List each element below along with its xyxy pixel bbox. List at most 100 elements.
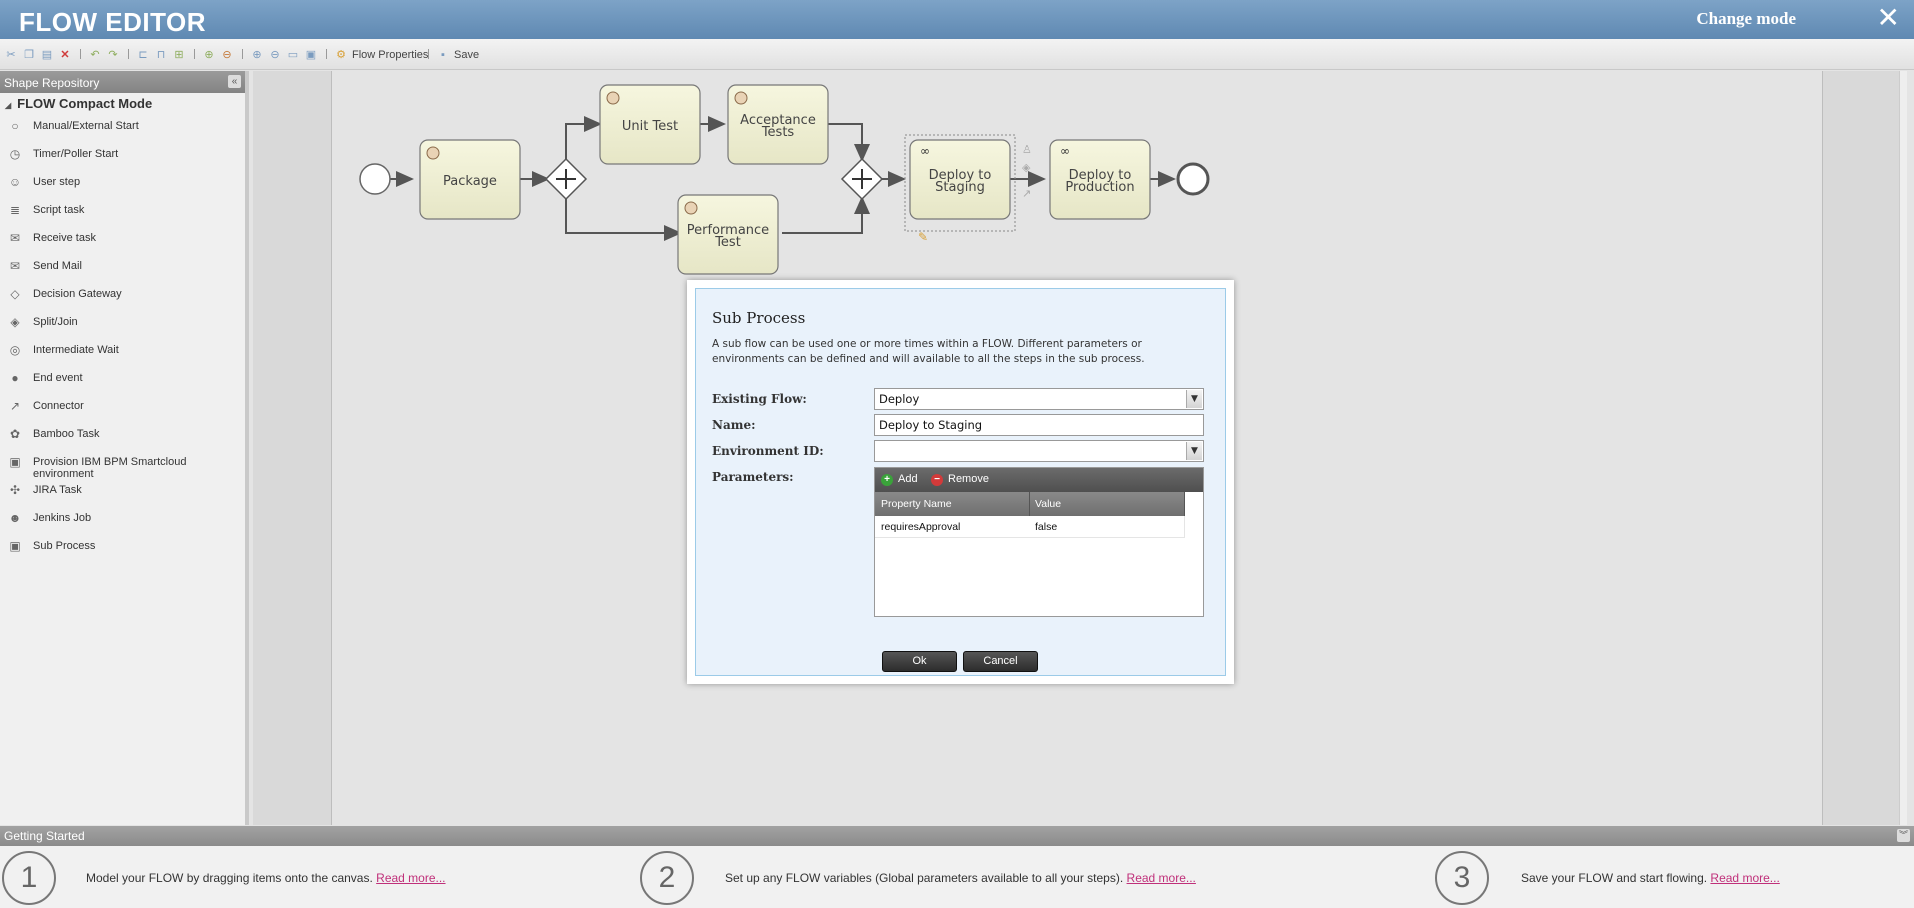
subprocess-deploy-production[interactable]: ∞ Deploy to Production	[1049, 139, 1151, 220]
shape-item-label: Intermediate Wait	[33, 344, 119, 356]
save-icon[interactable]: ▪	[436, 48, 450, 62]
connector[interactable]	[565, 116, 602, 160]
add-docker-icon[interactable]: ⊕	[202, 48, 216, 62]
diamond-x-icon: ◇	[10, 287, 20, 301]
change-mode-button[interactable]: Change mode	[1696, 9, 1796, 29]
delete-icon[interactable]: ✕	[58, 48, 72, 62]
zoom-standard-icon[interactable]: ▭	[286, 48, 300, 62]
jenkins-icon: ☻	[8, 511, 22, 525]
shape-item[interactable]: ✿ Bamboo Task	[0, 421, 245, 449]
shape-group-label: FLOW Compact Mode	[17, 96, 153, 111]
chevron-down-icon[interactable]: ▼	[1186, 390, 1202, 408]
parameters-label: Parameters:	[712, 470, 794, 484]
shape-item[interactable]: ✣ JIRA Task	[0, 477, 245, 505]
shape-item[interactable]: ☺ User step	[0, 169, 245, 197]
link-icon: ∞	[1060, 144, 1070, 158]
group-icon[interactable]: ⊞	[172, 48, 186, 62]
connector[interactable]	[828, 123, 870, 162]
save-button[interactable]: Save	[454, 49, 479, 61]
add-parameter-button[interactable]: + Add	[881, 473, 918, 486]
task-unit-test[interactable]: Unit Test	[599, 84, 701, 165]
task-label: Test	[714, 235, 741, 250]
getting-started-title: Getting Started	[4, 829, 85, 843]
cancel-button[interactable]: Cancel	[963, 651, 1038, 672]
task-acceptance-tests[interactable]: Acceptance Tests	[727, 84, 829, 165]
shape-item[interactable]: ✉ Send Mail	[0, 253, 245, 281]
split-gateway[interactable]	[544, 157, 588, 201]
plus-icon: +	[881, 474, 893, 486]
column-header-property-name[interactable]: Property Name	[881, 498, 952, 510]
align-center-icon[interactable]: ⊓	[154, 48, 168, 62]
shape-item[interactable]: ✉ Receive task	[0, 225, 245, 253]
undo-icon[interactable]: ↶	[88, 48, 102, 62]
zoom-out-icon[interactable]: ⊖	[268, 48, 282, 62]
gear-icon[interactable]: ⚙	[334, 48, 348, 62]
ok-button[interactable]: Ok	[882, 651, 957, 672]
end-event[interactable]	[1176, 162, 1210, 196]
shape-item-label: Split/Join	[33, 316, 78, 328]
toolbar-separator	[194, 49, 195, 59]
collapse-icon[interactable]: ︾	[1897, 829, 1910, 842]
read-more-link[interactable]: Read more...	[1127, 871, 1196, 885]
task-label: Tests	[761, 125, 795, 140]
start-event[interactable]	[359, 163, 391, 195]
paste-icon[interactable]: ▤	[40, 48, 54, 62]
app-title: FLOW EDITOR	[19, 7, 207, 37]
cut-icon[interactable]: ✂	[4, 48, 18, 62]
vertical-scrollbar[interactable]	[1899, 71, 1907, 825]
user-shape-icon: ♙	[1022, 143, 1032, 156]
shape-item-label: Script task	[33, 204, 85, 216]
step-text: Save your FLOW and start flowing. Read m…	[1521, 871, 1780, 885]
subprocess-deploy-staging[interactable]: ∞ Deploy to Staging ♙ ◈ ↗ ✎	[904, 134, 1032, 244]
environment-id-select[interactable]: ▼	[874, 440, 1204, 462]
connector[interactable]	[782, 196, 870, 234]
table-row[interactable]: requiresApproval false	[875, 516, 1185, 538]
shape-item[interactable]: ◷ Timer/Poller Start	[0, 141, 245, 169]
redo-icon[interactable]: ↷	[106, 48, 120, 62]
close-icon[interactable]: ✕	[1877, 4, 1900, 32]
task-performance-test[interactable]: Performance Test	[677, 194, 779, 275]
shape-item[interactable]: ▣ Provision IBM BPM Smartcloud environmen…	[0, 449, 245, 480]
chevron-down-icon[interactable]: ▼	[1186, 442, 1202, 460]
toolbar-separator	[242, 49, 243, 59]
getting-started-header: Getting Started ︾	[0, 826, 1914, 846]
zoom-in-icon[interactable]: ⊕	[250, 48, 264, 62]
read-more-link[interactable]: Read more...	[376, 871, 445, 885]
shape-item[interactable]: ◎ Intermediate Wait	[0, 337, 245, 365]
property-name-cell[interactable]: requiresApproval	[881, 521, 960, 533]
connector[interactable]	[565, 198, 682, 241]
shape-item[interactable]: ◇ Decision Gateway	[0, 281, 245, 309]
shape-item[interactable]: ◈ Split/Join	[0, 309, 245, 337]
shape-item[interactable]: ● End event	[0, 365, 245, 393]
copy-icon[interactable]: ❐	[22, 48, 36, 62]
sub-process-dialog: Sub Process A sub flow can be used one o…	[687, 280, 1234, 684]
shape-group-header[interactable]: ◢ FLOW Compact Mode	[0, 93, 245, 113]
task-package[interactable]: Package	[419, 139, 521, 220]
shape-item[interactable]: ☻ Jenkins Job	[0, 505, 245, 533]
shape-item[interactable]: ≣ Script task	[0, 197, 245, 225]
name-label: Name:	[712, 418, 756, 432]
circle-icon: ○	[11, 119, 19, 133]
shape-item-label: User step	[33, 176, 81, 188]
remove-docker-icon[interactable]: ⊖	[220, 48, 234, 62]
column-header-value[interactable]: Value	[1035, 498, 1061, 510]
shape-item[interactable]: ↗ Connector	[0, 393, 245, 421]
align-left-icon[interactable]: ⊏	[136, 48, 150, 62]
name-field[interactable]: Deploy to Staging	[874, 414, 1204, 436]
user-icon	[734, 91, 748, 105]
flow-properties-button[interactable]: Flow Properties	[352, 49, 428, 61]
remove-parameter-button[interactable]: − Remove	[931, 473, 989, 486]
parameters-toolbar: + Add − Remove	[875, 468, 1203, 492]
collapse-icon[interactable]: «	[228, 75, 241, 88]
user-icon	[606, 91, 620, 105]
toolbar-separator	[80, 49, 81, 59]
zoom-fit-icon[interactable]: ▣	[304, 48, 318, 62]
shape-item[interactable]: ▣ Sub Process	[0, 533, 245, 561]
toolbar: ✂ ❐ ▤ ✕ ↶ ↷ ⊏ ⊓ ⊞ ⊕ ⊖ ⊕ ⊖ ▭ ▣ ⚙ Flow Pro…	[0, 39, 1914, 70]
existing-flow-select[interactable]: Deploy ▼	[874, 388, 1204, 410]
read-more-link[interactable]: Read more...	[1710, 871, 1779, 885]
double-circle-icon: ◎	[9, 343, 21, 357]
shape-item[interactable]: ○ Manual/External Start	[0, 113, 245, 141]
property-value-cell[interactable]: false	[1035, 521, 1057, 533]
join-gateway[interactable]	[840, 157, 884, 201]
